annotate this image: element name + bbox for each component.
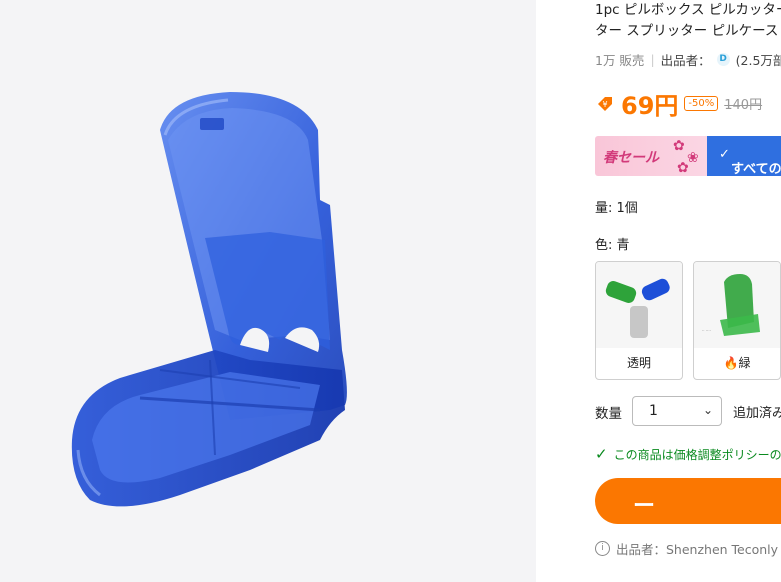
add-to-cart-label: ー (633, 494, 656, 519)
swatch-clear-image (596, 262, 682, 348)
price-policy-note[interactable]: ✓ この商品は価格調整ポリシーの (595, 445, 781, 463)
original-price: 140円 (724, 98, 763, 113)
seller-rating[interactable]: (2.5万部 (736, 50, 781, 69)
flower-icon: ✿ (677, 160, 689, 176)
quantity-option-label: 量: 1個 (595, 201, 638, 216)
add-to-cart-button[interactable]: ー (595, 478, 781, 524)
promo-banner[interactable]: 春セール ✿ ❀ ✿ ✓ すべての (595, 136, 781, 177)
spring-sale-label: 春セール (603, 150, 659, 166)
footer-seller[interactable]: i 出品者：Shenzhen Teconly (595, 539, 778, 558)
flame-icon: 🔥 (723, 356, 739, 370)
sale-price: 69円 (621, 92, 679, 120)
info-icon: i (595, 541, 610, 556)
all-items-banner[interactable]: ✓ すべての (707, 136, 781, 177)
flower-icon: ❀ (687, 150, 699, 166)
color-option-label: 色: 青 (595, 238, 630, 253)
swatch-green-name: 🔥緑 (694, 354, 780, 371)
all-items-text: すべての (731, 162, 781, 177)
meta-row: 1万 販売 | 出品者： D (2.5万部 (595, 50, 781, 69)
swatch-green-image: ·· ···· (694, 262, 780, 348)
seller-logo-icon[interactable]: D (716, 53, 730, 66)
product-title-line-2[interactable]: ター スプリッター ピルケース (595, 21, 778, 41)
quantity-value: 1 (649, 403, 658, 419)
footer-seller-text: 出品者：Shenzhen Teconly (616, 542, 779, 557)
swatch-clear-name: 透明 (626, 356, 651, 370)
svg-text:·· ····: ·· ···· (702, 328, 711, 333)
product-title-line-1[interactable]: 1pc ピルボックス ピルカッター ミ (595, 0, 781, 20)
swatch-clear[interactable]: 透明 (595, 261, 683, 380)
product-image (71, 92, 347, 507)
quantity-label: 数量 (595, 406, 622, 422)
sold-count: 1万 販売 (595, 53, 645, 68)
flower-icon: ✿ (673, 138, 685, 154)
seller-label: 出品者： (660, 53, 711, 68)
swatch-green[interactable]: ·· ···· 🔥緑 (693, 261, 781, 380)
price-tag-icon: ¥ (598, 96, 612, 111)
product-image-area[interactable] (0, 0, 536, 582)
chevron-down-icon: ⌄ (702, 403, 713, 417)
all-items-label: ✓ すべての (719, 147, 781, 177)
price-row: ¥ 69円 -50% 140円 (595, 86, 762, 121)
added-label: 追加済み (733, 406, 781, 421)
swatch-green-label: 緑 (738, 356, 751, 370)
spring-sale-banner[interactable]: 春セール ✿ ❀ ✿ (595, 136, 707, 176)
discount-badge: -50% (684, 96, 719, 111)
svg-text:¥: ¥ (602, 100, 607, 109)
product-details: 1pc ピルボックス ピルカッター ミ ター スプリッター ピルケース 1万 販… (536, 0, 781, 582)
check-icon: ✓ (595, 445, 608, 463)
divider: | (650, 52, 655, 67)
quantity-select[interactable]: 1 ⌄ (632, 396, 722, 426)
price-policy-text: この商品は価格調整ポリシーの (613, 447, 781, 462)
